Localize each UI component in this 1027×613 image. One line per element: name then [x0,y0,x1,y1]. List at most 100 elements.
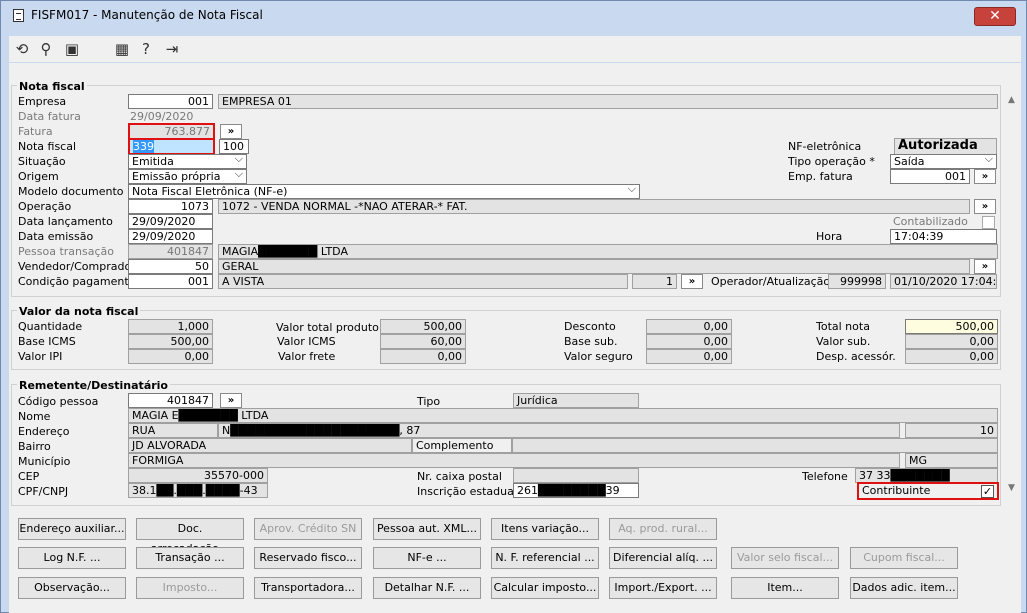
nfe-button[interactable]: NF-e ... [373,547,481,569]
contabilizado-label: Contabilizado [893,215,968,228]
total-produto-label: Valor total produto [276,321,379,334]
scroll-down-icon[interactable]: ▼ [1008,483,1015,493]
endereco-label: Endereço [18,425,70,438]
calcular-imposto-button[interactable]: Calcular imposto... [491,577,599,599]
empresa-code-field[interactable]: 001 [128,94,213,109]
origem-label: Origem [18,170,59,183]
help-icon[interactable]: ? [137,40,155,58]
codigo-pessoa-label: Código pessoa [18,395,99,408]
emp-fatura-field[interactable]: 001 [890,169,970,184]
inscricao-label: Inscrição estadual [417,485,517,498]
origem-select[interactable]: Emissão própria [128,169,247,184]
pessoa-aut-xml-button[interactable]: Pessoa aut. XML... [373,518,481,540]
toolbar: ⟲ ⚲ ▣ ▦ ? ⇥ [9,36,1021,62]
search-icon[interactable]: ⚲ [37,40,55,58]
data-lancamento-field[interactable]: 29/09/2020 [128,214,213,229]
refresh-icon[interactable]: ⟲ [13,40,31,58]
close-button[interactable]: ✕ [974,7,1016,26]
codigo-pessoa-field[interactable]: 401847 [128,393,213,408]
valor-ipi-field: 0,00 [128,349,213,364]
condicao-parcela-field: 1 [632,274,677,289]
bairro-field: JD ALVORADA [128,438,412,453]
complemento-field [512,438,998,453]
nota-fiscal-field[interactable]: 339 [128,138,215,155]
contabilizado-checkbox [982,216,995,229]
document-icon [13,9,24,22]
vertical-scrollbar[interactable]: ▲ ▼ [1004,63,1021,613]
inscricao-field[interactable]: 261████████39 [513,483,639,498]
total-produto-field: 500,00 [380,319,466,334]
window-title: FISFM017 - Manutenção de Nota Fiscal [31,8,263,22]
operador-field: 999998 [828,274,886,289]
modelo-select[interactable]: Nota Fiscal Eletrônica (NF-e) [128,184,640,199]
cpf-cnpj-label: CPF/CNPJ [18,485,69,498]
item-button[interactable]: Item... [731,577,839,599]
condicao-lookup-button[interactable]: » [681,274,703,289]
nota-fiscal-label: Nota fiscal [18,140,77,153]
import-export-button[interactable]: Import./Export. ... [609,577,717,599]
nfe-label: NF-eletrônica [788,140,862,153]
dados-adic-item-button[interactable]: Dados adic. item... [850,577,958,599]
valor-sub-field: 0,00 [905,334,998,349]
vendedor-label: Vendedor/Comprador [18,260,136,273]
cupom-fiscal-button[interactable]: Cupom fiscal... [850,547,958,569]
aprov-credito-sn-button[interactable]: Aprov. Crédito SN ... [254,518,362,555]
valor-icms-field: 60,00 [380,334,466,349]
total-nota-label: Total nota [816,320,870,333]
empresa-name-field: EMPRESA 01 [218,94,998,109]
quantidade-field: 1,000 [128,319,213,334]
imposto-button[interactable]: Imposto... [136,577,244,599]
contribuinte-box[interactable]: Contribuinte [857,482,999,500]
vendedor-lookup-button[interactable]: » [974,259,996,274]
condicao-name-field: A VISTA [218,274,628,289]
endereco-auxiliar-button[interactable]: Endereço auxiliar... [18,518,126,540]
cep-label: CEP [18,470,40,483]
emp-fatura-lookup-button[interactable]: » [974,169,996,184]
transacao-button[interactable]: Transação ... [136,547,244,569]
title-bar: FISFM017 - Manutenção de Nota Fiscal ✕ [1,1,1026,29]
tipo-operacao-select[interactable]: Saída [890,154,997,169]
operacao-lookup-button[interactable]: » [974,199,996,214]
calendar-icon[interactable]: ▦ [113,40,131,58]
transportadora-button[interactable]: Transportadora... [254,577,362,599]
diferencial-aliq-button[interactable]: Diferencial alíq. ... [609,547,717,569]
modelo-label: Modelo documento [18,185,124,198]
contribuinte-checkbox[interactable]: ✓ [981,485,994,498]
codigo-pessoa-lookup-button[interactable]: » [220,393,242,408]
data-emissao-label: Data emissão [18,230,94,243]
aq-prod-rural-button[interactable]: Aq. prod. rural... [609,518,717,540]
save-icon[interactable]: ▣ [63,40,81,58]
data-emissao-field[interactable]: 29/09/2020 [128,229,213,244]
situacao-select[interactable]: Emitida [128,154,247,169]
itens-variacao-button[interactable]: Itens variação... [491,518,599,540]
endereco-tipo-field: RUA [128,423,218,438]
operacao-code-field[interactable]: 1073 [128,199,213,214]
pessoa-transacao-label: Pessoa transação [18,245,114,258]
nf-referencial-button[interactable]: N. F. referencial ... [491,547,599,569]
serie-field[interactable]: 100 [219,139,249,154]
cpf-cnpj-field: 38.1██.███.████-43 [128,483,268,498]
reservado-fisco-button[interactable]: Reservado fisco... [254,547,362,569]
scroll-up-icon[interactable]: ▲ [1008,95,1015,105]
fatura-lookup-button[interactable]: » [220,124,242,139]
detalhar-nf-button[interactable]: Detalhar N.F. ... [373,577,481,599]
contribuinte-label: Contribuinte [862,484,931,497]
main-window: FISFM017 - Manutenção de Nota Fiscal ✕ ⟲… [0,0,1027,613]
hora-field[interactable]: 17:04:39 [890,229,997,244]
log-nf-button[interactable]: Log N.F. ... [18,547,126,569]
exit-icon[interactable]: ⇥ [163,40,181,58]
condicao-label: Condição pagamento [18,275,136,288]
vendedor-code-field[interactable]: 50 [128,259,213,274]
observacao-button[interactable]: Observação... [18,577,126,599]
vendedor-name-field: GERAL [218,259,970,274]
valor-selo-fiscal-button[interactable]: Valor selo fiscal... [731,547,839,569]
situacao-label: Situação [18,155,66,168]
condicao-code-field[interactable]: 001 [128,274,213,289]
quantidade-label: Quantidade [18,320,83,333]
valor-frete-field: 0,00 [380,349,466,364]
doc-arrecadacao-button[interactable]: Doc. arrecadação... [136,518,244,555]
atualizacao-field: 01/10/2020 17:04:39 [890,274,997,289]
valor-ipi-label: Valor IPI [18,350,63,363]
form-area: Nota fiscal Empresa 001 EMPRESA 01 Data … [9,63,1021,613]
valor-sub-label: Valor sub. [816,335,871,348]
